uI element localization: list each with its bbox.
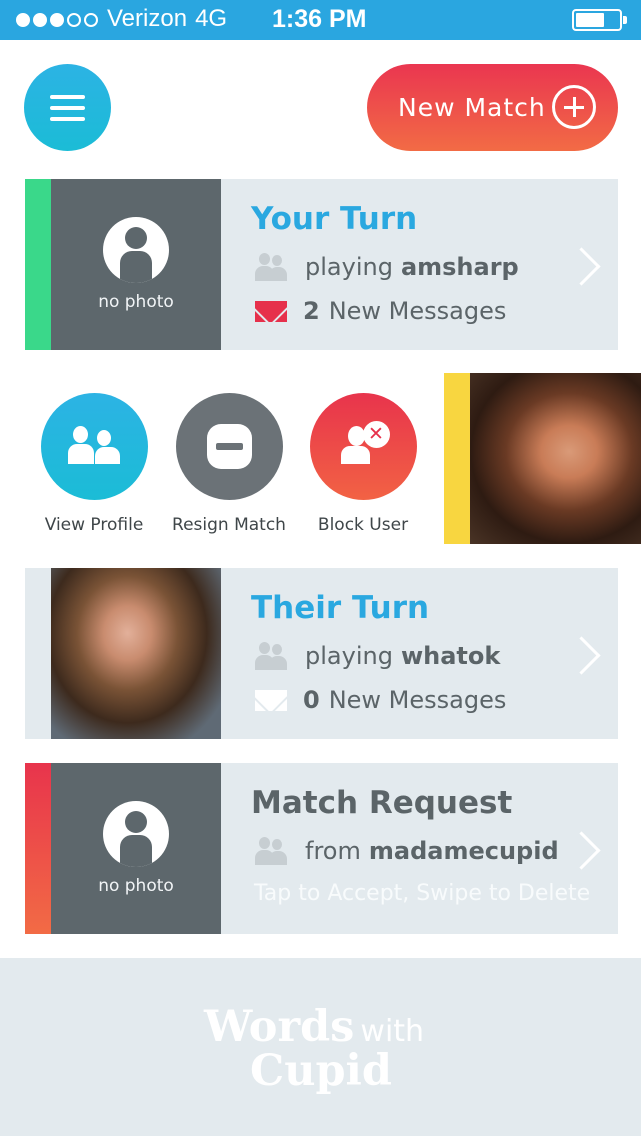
request-hint: Tap to Accept, Swipe to Delete: [254, 881, 591, 906]
swiped-card-photo[interactable]: [444, 373, 641, 544]
no-photo-label: no photo: [98, 292, 174, 312]
envelope-icon: [255, 689, 287, 711]
app-logo: Words with Cupid: [204, 1002, 424, 1096]
playing-line: playing whatok: [255, 642, 500, 670]
people-icon: [255, 837, 289, 865]
user-placeholder-icon: [103, 801, 169, 867]
message-count: 0: [303, 686, 320, 714]
carrier-label: Verizon 4G: [107, 5, 227, 33]
messages-line: 2 New Messages: [255, 297, 506, 325]
card-title: Match Request: [251, 785, 513, 821]
battery-icon: [572, 9, 627, 31]
status-stripe: [444, 373, 470, 544]
new-match-label: New Match: [398, 93, 546, 122]
menu-button[interactable]: [24, 64, 111, 151]
match-card-request[interactable]: no photo Match Request from madamecupid …: [25, 763, 618, 934]
avatar: [51, 568, 221, 739]
message-count: 2: [303, 297, 320, 325]
view-profile-icon: [40, 393, 148, 500]
card-title: Your Turn: [251, 201, 418, 237]
status-stripe: [25, 568, 51, 739]
envelope-icon: [255, 300, 287, 322]
status-stripe: [25, 763, 51, 934]
playing-prefix: playing: [305, 642, 393, 670]
match-card-their-turn[interactable]: Their Turn playing whatok 0 New Messages: [25, 568, 618, 739]
status-stripe: [25, 179, 51, 350]
block-user-icon: ✕: [309, 393, 417, 500]
footer: Words with Cupid: [0, 958, 641, 1136]
logo-words: Words: [204, 1002, 355, 1052]
opponent-name: whatok: [400, 642, 501, 670]
block-user-button[interactable]: ✕ Block User: [309, 393, 417, 535]
people-icon: [255, 253, 289, 281]
logo-with: with: [360, 1014, 425, 1049]
signal-strength-icon: [16, 13, 98, 27]
people-icon: [255, 642, 289, 670]
from-line: from madamecupid: [255, 837, 559, 865]
block-user-label: Block User: [317, 515, 409, 535]
playing-line: playing amsharp: [255, 253, 519, 281]
view-profile-label: View Profile: [44, 515, 144, 535]
resign-match-button[interactable]: Resign Match: [172, 393, 286, 535]
messages-line: 0 New Messages: [255, 686, 506, 714]
network-type: 4G: [195, 5, 228, 32]
resign-icon: [175, 393, 283, 500]
opponent-name: amsharp: [400, 253, 519, 281]
message-suffix: New Messages: [328, 297, 507, 325]
resign-match-label: Resign Match: [172, 515, 286, 535]
chevron-right-icon: [574, 636, 596, 674]
carrier-name: Verizon: [107, 5, 188, 32]
view-profile-button[interactable]: View Profile: [40, 393, 148, 535]
status-bar: Verizon 4G 1:36 PM: [0, 0, 641, 40]
requester-name: madamecupid: [368, 837, 559, 865]
card-title: Their Turn: [251, 590, 430, 626]
new-match-button[interactable]: New Match: [367, 64, 618, 151]
chevron-right-icon: [574, 247, 596, 285]
match-card-your-turn[interactable]: no photo Your Turn playing amsharp 2 New…: [25, 179, 618, 350]
plus-circle-icon: [552, 85, 596, 129]
message-suffix: New Messages: [328, 686, 507, 714]
status-time: 1:36 PM: [272, 5, 367, 33]
user-placeholder-icon: [103, 217, 169, 283]
logo-cupid: Cupid: [250, 1046, 392, 1096]
avatar: no photo: [51, 179, 221, 350]
chevron-right-icon: [574, 831, 596, 869]
from-prefix: from: [305, 837, 361, 865]
playing-prefix: playing: [305, 253, 393, 281]
avatar: no photo: [51, 763, 221, 934]
no-photo-label: no photo: [98, 876, 174, 896]
avatar: [470, 373, 641, 544]
